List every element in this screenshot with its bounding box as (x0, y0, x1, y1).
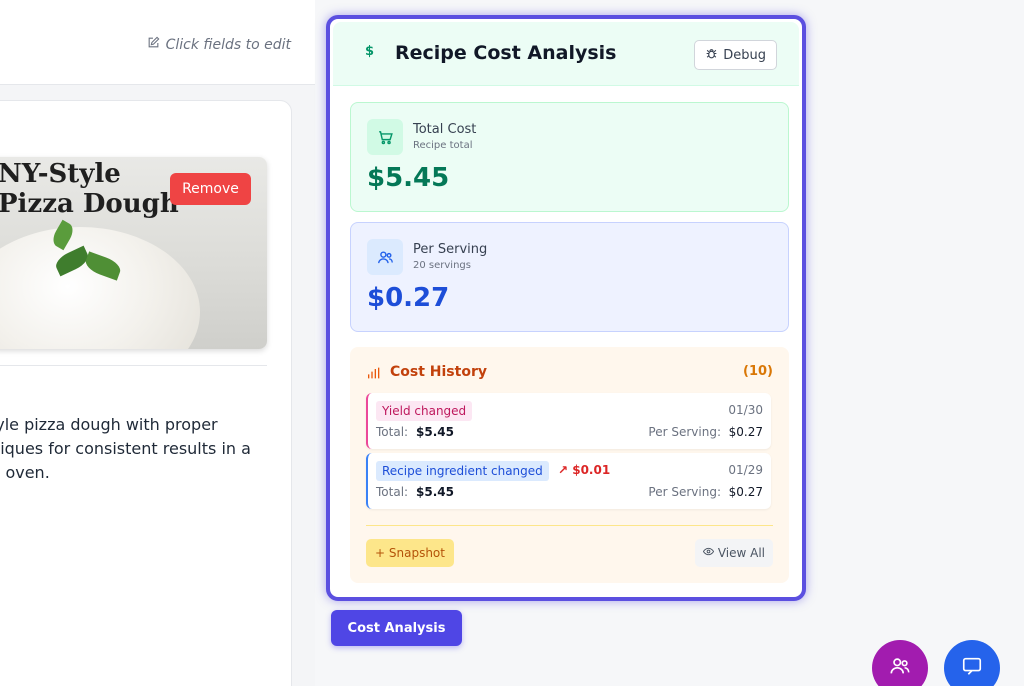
chat-icon (961, 655, 983, 681)
total-cost-card: Total Cost Recipe total $5.45 (350, 102, 789, 212)
edit-icon (147, 36, 160, 53)
cart-icon (367, 119, 403, 155)
debug-button[interactable]: Debug (694, 40, 777, 70)
history-total-value: $5.45 (416, 485, 454, 499)
recipe-topbar: Click fields to edit (0, 0, 315, 85)
history-badge: Yield changed (376, 401, 473, 421)
per-serving-label: Per Serving (413, 242, 488, 257)
users-icon (367, 239, 403, 275)
history-date: 01/29 (728, 463, 763, 477)
eye-icon (702, 546, 714, 560)
debug-label: Debug (723, 47, 766, 63)
cost-analysis-panel: $ Recipe Cost Analysis Debug Total Cost … (326, 15, 806, 601)
history-total-label: Total: (376, 485, 409, 499)
total-cost-label: Total Cost (413, 122, 477, 137)
per-serving-value: $0.27 (367, 283, 450, 313)
cost-history-section: Cost History (10) Yield changed 01/30 To… (350, 347, 789, 583)
per-serving-sub: 20 servings (413, 260, 471, 271)
panel-header: $ Recipe Cost Analysis Debug (333, 22, 799, 86)
users-icon (889, 655, 911, 681)
per-serving-card: Per Serving 20 servings $0.27 (350, 222, 789, 332)
edit-hint: Click fields to edit (147, 36, 291, 53)
history-per-serving-label: Per Serving: (648, 425, 721, 439)
dough-shape (0, 227, 200, 349)
total-cost-sub: Recipe total (413, 140, 473, 151)
history-per-serving-value: $0.27 (728, 485, 763, 499)
history-total-label: Total: (376, 425, 409, 439)
panel-title: Recipe Cost Analysis (395, 42, 617, 64)
cost-history-title: Cost History (390, 364, 487, 380)
snapshot-button[interactable]: + Snapshot (366, 539, 454, 567)
history-entry[interactable]: Yield changed 01/30 Total: $5.45 Per Ser… (366, 393, 771, 449)
history-per-serving-value: $0.27 (728, 425, 763, 439)
recipe-image-title: NY-Style Pizza Dough (0, 159, 179, 219)
edit-hint-text: Click fields to edit (165, 36, 291, 53)
chat-fab-button[interactable] (944, 640, 1000, 686)
dollar-icon: $ (365, 44, 375, 59)
history-entry[interactable]: Recipe ingredient changed ↗ $0.01 01/29 … (366, 453, 771, 509)
history-badge: Recipe ingredient changed (376, 461, 549, 481)
bug-icon (705, 47, 718, 64)
total-cost-value: $5.45 (367, 163, 450, 193)
view-all-button[interactable]: View All (694, 539, 773, 567)
cost-analysis-tab[interactable]: Cost Analysis (331, 610, 462, 646)
divider (366, 525, 773, 526)
users-fab-button[interactable] (872, 640, 928, 686)
history-per-serving-label: Per Serving: (648, 485, 721, 499)
view-all-label: View All (717, 546, 765, 560)
recipe-page-background: Click fields to edit NY-Style Pizza Doug… (0, 0, 315, 686)
recipe-description[interactable]: NY-style pizza dough with proper techniq… (0, 413, 251, 485)
history-date: 01/30 (728, 403, 763, 417)
remove-image-button[interactable]: Remove (170, 173, 251, 205)
history-change: ↗ $0.01 (558, 463, 611, 477)
cost-history-count: (10) (743, 364, 773, 379)
divider (0, 365, 267, 366)
history-total-value: $5.45 (416, 425, 454, 439)
